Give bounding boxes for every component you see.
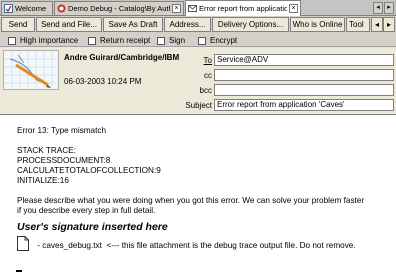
high-importance-checkbox[interactable]: High importance <box>8 36 78 45</box>
memo-header: Andre Guirard/Cambridge/IBM 06-03-2003 1… <box>0 47 396 115</box>
tab-demo-debug[interactable]: Demo Debug - Catalog\By Autho... × <box>54 1 184 15</box>
checkbox-icon[interactable] <box>157 36 165 45</box>
checkbox-label: Encrypt <box>210 36 238 45</box>
tab-welcome[interactable]: Welcome <box>1 1 53 15</box>
tab-label: Error report from application... <box>199 4 287 13</box>
delivery-options-row: High importance Return receipt Sign Encr… <box>0 34 396 47</box>
checkbox-label: Sign <box>169 36 186 45</box>
tab-label: Demo Debug - Catalog\By Autho... <box>68 4 170 13</box>
checkbox-icon[interactable] <box>198 36 206 45</box>
stack-trace-line: CALCULATETOTALOFCOLLECTION:9 <box>17 166 161 175</box>
send-and-file-button[interactable]: Send and File... <box>36 17 102 32</box>
tools-button[interactable]: Tool <box>346 17 370 32</box>
attachment-description: - caves_debug.txt <--- this file attachm… <box>35 241 356 250</box>
delivery-options-button[interactable]: Delivery Options... <box>212 17 289 32</box>
memo-icon <box>188 4 197 13</box>
bcc-label: bcc <box>199 86 212 95</box>
to-field[interactable]: Service@ADV <box>214 54 394 66</box>
stack-trace-title: STACK TRACE: <box>17 146 76 155</box>
text-cursor <box>16 270 22 272</box>
welcome-icon <box>4 4 13 13</box>
checkbox-icon[interactable] <box>8 36 16 45</box>
instructions-text: if you describe every step in full detai… <box>17 206 156 215</box>
checkbox-icon[interactable] <box>88 36 96 45</box>
who-is-online-button[interactable]: Who is Online <box>290 17 345 32</box>
signature-placeholder: User's signature inserted here <box>17 221 168 233</box>
close-icon[interactable]: × <box>172 4 181 13</box>
action-bar: Send Send and File... Save As Draft Addr… <box>0 16 396 34</box>
cc-field[interactable] <box>214 69 394 81</box>
window-tab-bar: Welcome Demo Debug - Catalog\By Autho...… <box>0 0 396 16</box>
subject-field[interactable]: Error report from application 'Caves' <box>214 99 394 111</box>
tab-label: Welcome <box>15 4 47 13</box>
error-message: Error 13: Type mismatch <box>17 126 107 135</box>
checkbox-label: High importance <box>20 36 79 45</box>
stack-trace-line: PROCESSDOCUMENT:8 <box>17 156 111 165</box>
database-icon <box>57 4 66 13</box>
to-label[interactable]: To <box>180 56 212 65</box>
attachment-row: - caves_debug.txt <--- this file attachm… <box>17 236 396 251</box>
stack-trace-line: INITIALIZE:16 <box>17 176 69 185</box>
instructions-text: Please describe what you were doing when… <box>17 196 365 205</box>
save-as-draft-button[interactable]: Save As Draft <box>103 17 163 32</box>
scroll-right-icon[interactable]: ▸ <box>383 17 395 32</box>
sender-name: Andre Guirard/Cambridge/IBM <box>64 53 180 62</box>
close-icon[interactable]: × <box>289 4 298 13</box>
return-receipt-checkbox[interactable]: Return receipt <box>88 36 150 45</box>
address-button[interactable]: Address... <box>164 17 211 32</box>
checkbox-label: Return receipt <box>100 36 151 45</box>
sent-date: 06-03-2003 10:24 PM <box>64 77 142 86</box>
sign-checkbox[interactable]: Sign <box>157 36 185 45</box>
cc-label: cc <box>204 71 212 80</box>
subject-label: Subject <box>185 101 212 110</box>
tab-error-report[interactable]: Error report from application... × <box>185 0 301 16</box>
tab-scroll-left-icon[interactable]: ◂ <box>373 2 383 14</box>
send-button[interactable]: Send <box>1 17 35 32</box>
memo-body[interactable]: Error 13: Type mismatch STACK TRACE: PRO… <box>0 116 396 277</box>
file-attachment-icon[interactable] <box>17 236 29 251</box>
sender-image <box>3 50 59 90</box>
bcc-field[interactable] <box>214 84 394 96</box>
scroll-left-icon[interactable]: ◂ <box>371 17 383 32</box>
tab-scroll-right-icon[interactable]: ▸ <box>384 2 394 14</box>
encrypt-checkbox[interactable]: Encrypt <box>198 36 237 45</box>
